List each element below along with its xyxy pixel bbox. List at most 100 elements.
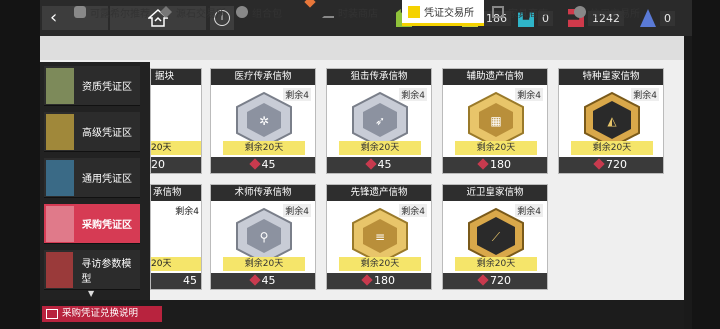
card-price-value: 45 bbox=[377, 158, 392, 171]
card-price: 45 bbox=[327, 157, 431, 173]
tab-bundle[interactable]: 组合包 bbox=[236, 0, 316, 24]
side-item-label: 通用凭证区 bbox=[82, 174, 132, 185]
advanced-icon bbox=[46, 113, 74, 150]
certificate-currency-icon bbox=[477, 158, 489, 170]
card-price: 180 bbox=[327, 273, 431, 289]
svg-text:⟋: ⟋ bbox=[492, 230, 501, 244]
card-title: 辅助遗产信物 bbox=[443, 69, 547, 85]
card-title: 承信物 bbox=[151, 185, 201, 201]
tab-label: 时装商店 bbox=[338, 8, 378, 20]
card-price: 45 bbox=[211, 157, 315, 173]
side-item-advanced[interactable]: 高级凭证区 bbox=[44, 112, 140, 152]
svg-text:✲: ✲ bbox=[259, 114, 269, 128]
side-item-procurement[interactable]: 采购凭证区 bbox=[44, 204, 140, 244]
card-days: 剩余20天 bbox=[571, 141, 653, 155]
card-price-value: 180 bbox=[490, 158, 511, 171]
card-title: 术师传承信物 bbox=[211, 185, 315, 201]
certificate-currency-icon bbox=[248, 274, 261, 286]
bundle-icon bbox=[236, 6, 248, 18]
qualification-icon bbox=[46, 67, 74, 104]
card-price-value: 720 bbox=[490, 274, 511, 287]
tab-originium[interactable]: 源石交易所 bbox=[160, 0, 230, 24]
side-item-qualification[interactable]: 资质凭证区 bbox=[44, 66, 140, 106]
certificate-currency-icon bbox=[248, 158, 261, 170]
right-frame bbox=[692, 0, 720, 329]
goods-card-caster[interactable]: 术师传承信物 剩余4 ⚲ 剩余20天 45 bbox=[210, 184, 316, 290]
tab-furniture[interactable]: 家具商店 bbox=[492, 0, 562, 24]
tab-outfit[interactable]: 时装商店 bbox=[322, 0, 392, 24]
card-price-value: 45 bbox=[261, 158, 276, 171]
card-days: 剩余20天 bbox=[223, 257, 305, 271]
tab-certificate[interactable]: 凭证交易所 bbox=[402, 0, 484, 26]
card-price: 20 bbox=[151, 157, 201, 173]
card-title: 近卫皇家信物 bbox=[443, 185, 547, 201]
card-days: 剩余20天 bbox=[455, 141, 537, 155]
tab-label: 组合包 bbox=[252, 8, 282, 20]
svg-text:⚲: ⚲ bbox=[260, 230, 269, 244]
tab-label: 信用交易所 bbox=[590, 8, 640, 20]
goods-card[interactable]: 承信物 剩余4 20天 45 bbox=[150, 184, 202, 290]
model-icon bbox=[46, 251, 74, 288]
side-item-headhunting-model[interactable]: 寻访参数模型 bbox=[44, 250, 140, 290]
procurement-help-button[interactable]: 采购凭证兑换说明 bbox=[42, 306, 162, 322]
certificate-currency-icon bbox=[477, 274, 489, 286]
side-item-label: 采购凭证区 bbox=[82, 220, 132, 231]
tab-label: 源石交易所 bbox=[176, 8, 226, 20]
tab-recommend[interactable]: 可露希尔推荐 bbox=[74, 0, 154, 24]
goods-card-guard[interactable]: 近卫皇家信物 剩余4 ⟋ 剩余20天 720 bbox=[442, 184, 548, 290]
card-days: 20天 bbox=[151, 141, 201, 155]
general-icon bbox=[46, 159, 74, 196]
card-title: 狙击传承信物 bbox=[327, 69, 431, 85]
tab-label: 凭证交易所 bbox=[424, 8, 474, 19]
svg-text:▦: ▦ bbox=[490, 114, 501, 128]
card-price-value: 180 bbox=[374, 274, 395, 287]
side-item-label: 高级凭证区 bbox=[82, 128, 132, 139]
card-title: 据块 bbox=[151, 69, 201, 85]
goods-card-sniper[interactable]: 狙击传承信物 剩余4 ➶ 剩余20天 45 bbox=[326, 68, 432, 174]
hanger-icon bbox=[322, 6, 334, 18]
card-days: 剩余20天 bbox=[339, 257, 421, 271]
card-price: 180 bbox=[443, 157, 547, 173]
side-item-label: 寻访参数模型 bbox=[81, 258, 132, 285]
card-title: 特种皇家信物 bbox=[559, 69, 663, 85]
card-remaining: 剩余4 bbox=[175, 207, 199, 217]
goods-card[interactable]: 据块 20天 20 bbox=[150, 68, 202, 174]
hand-icon bbox=[74, 6, 86, 18]
certificate-currency-icon bbox=[364, 158, 377, 170]
side-item-general[interactable]: 通用凭证区 bbox=[44, 158, 140, 198]
procurement-icon bbox=[46, 205, 74, 242]
card-days: 剩余20天 bbox=[223, 141, 305, 155]
credit-icon bbox=[574, 6, 586, 18]
help-button-label: 采购凭证兑换说明 bbox=[62, 308, 139, 319]
goods-card-medic[interactable]: 医疗传承信物 剩余4 ✲ 剩余20天 45 bbox=[210, 68, 316, 174]
goods-card-specialist[interactable]: 特种皇家信物 剩余4 ◭ 剩余20天 720 bbox=[558, 68, 664, 174]
tab-label: 可露希尔推荐 bbox=[90, 8, 150, 20]
side-item-label: 资质凭证区 bbox=[82, 82, 132, 93]
goods-card-vanguard[interactable]: 先锋遗产信物 剩余4 ≡ 剩余20天 180 bbox=[326, 184, 432, 290]
certificate-currency-icon bbox=[361, 274, 373, 286]
furniture-icon bbox=[492, 6, 504, 18]
card-title: 先锋遗产信物 bbox=[327, 185, 431, 201]
left-frame bbox=[0, 0, 40, 329]
card-price: 720 bbox=[443, 273, 547, 289]
shop-tabs bbox=[40, 36, 684, 60]
card-price: 45 bbox=[151, 273, 201, 289]
certificate-icon bbox=[408, 5, 420, 18]
card-title: 医疗传承信物 bbox=[211, 69, 315, 85]
svg-text:➶: ➶ bbox=[375, 114, 385, 128]
card-price-value: 720 bbox=[606, 158, 627, 171]
svg-text:≡: ≡ bbox=[375, 230, 385, 244]
card-days: 20天 bbox=[151, 257, 201, 271]
scroll-down-icon[interactable]: ▼ bbox=[88, 289, 94, 298]
card-price: 45 bbox=[211, 273, 315, 289]
back-icon: ‹ bbox=[50, 7, 58, 28]
tab-credit[interactable]: 信用交易所 bbox=[574, 0, 664, 24]
svg-text:◭: ◭ bbox=[607, 114, 617, 128]
originium-icon bbox=[160, 6, 172, 18]
goods-card-supporter[interactable]: 辅助遗产信物 剩余4 ▦ 剩余20天 180 bbox=[442, 68, 548, 174]
card-days: 剩余20天 bbox=[339, 141, 421, 155]
certificate-currency-icon bbox=[593, 158, 605, 170]
tab-label: 家具商店 bbox=[508, 8, 548, 20]
card-days: 剩余20天 bbox=[455, 257, 537, 271]
card-price-value: 45 bbox=[261, 274, 276, 287]
